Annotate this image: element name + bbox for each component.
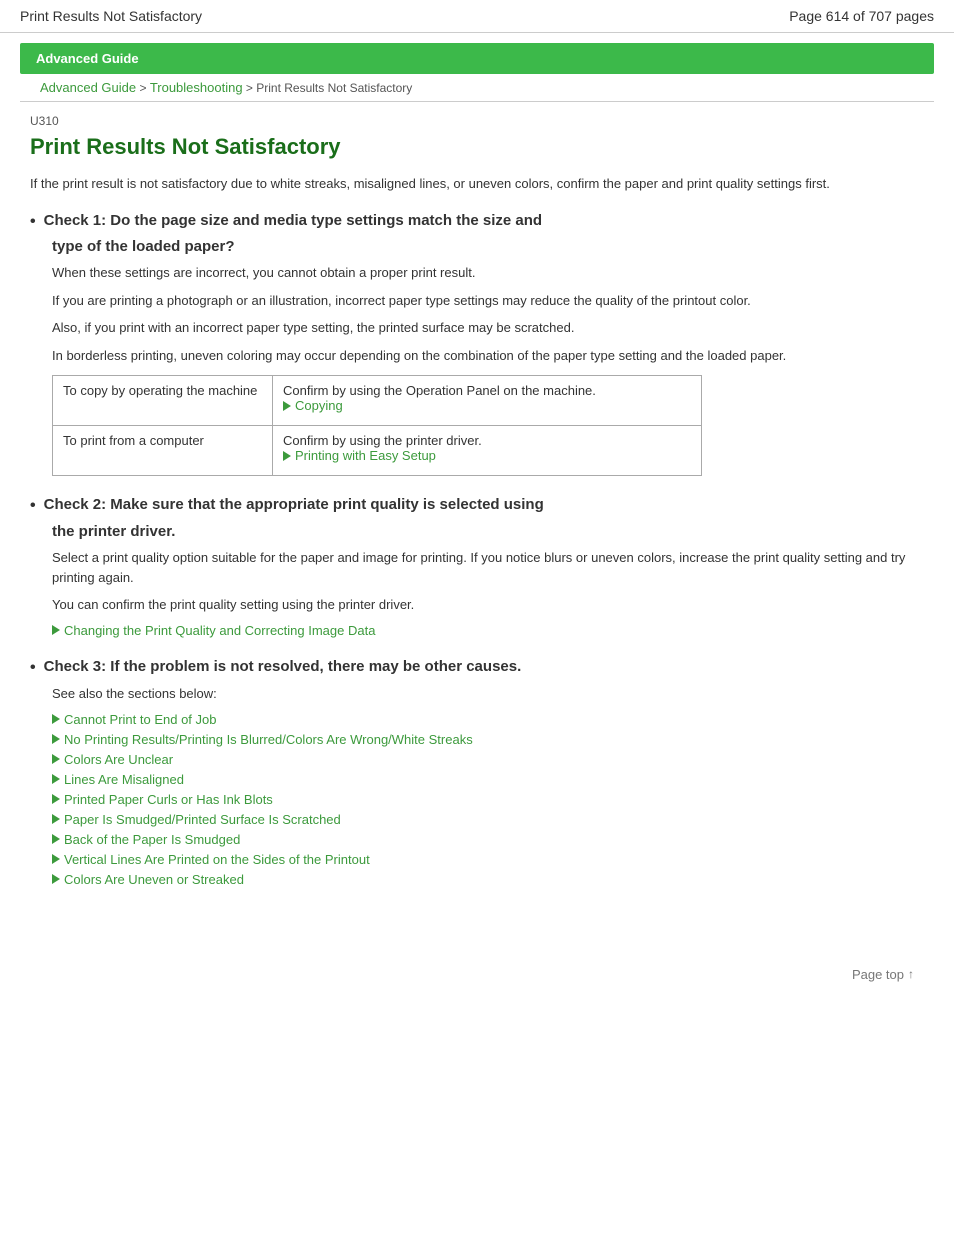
link-no-printing: No Printing Results/Printing Is Blurred/… [52,732,924,747]
breadcrumb-advanced-guide[interactable]: Advanced Guide [40,80,136,95]
link-vertical-lines: Vertical Lines Are Printed on the Sides … [52,852,924,867]
table-cell-row2-col1: To print from a computer [53,426,273,476]
nav-banner-label: Advanced Guide [36,51,139,66]
check-2: • Check 2: Make sure that the appropriat… [30,496,924,637]
up-arrow-icon: ↑ [908,967,914,981]
page-top-area: Page top ↑ [0,937,954,992]
arrow-icon-7 [52,834,60,844]
arrow-icon-2 [52,734,60,744]
no-printing-link[interactable]: No Printing Results/Printing Is Blurred/… [64,732,473,747]
check-1: • Check 1: Do the page size and media ty… [30,212,924,477]
colors-unclear-link[interactable]: Colors Are Unclear [64,752,173,767]
check-2-heading-text: Check 2: Make sure that the appropriate … [44,496,544,513]
bullet-1: • [30,212,36,233]
page-top-label: Page top [852,967,904,982]
copying-link[interactable]: Copying [295,398,343,413]
check-1-table: To copy by operating the machine Confirm… [52,375,702,476]
check-1-body: When these settings are incorrect, you c… [52,263,924,476]
paper-smudged-link[interactable]: Paper Is Smudged/Printed Surface Is Scra… [64,812,341,827]
link-colors-uneven: Colors Are Uneven or Streaked [52,872,924,887]
cannot-print-link[interactable]: Cannot Print to End of Job [64,712,216,727]
colors-uneven-link[interactable]: Colors Are Uneven or Streaked [64,872,244,887]
page-top-link[interactable]: Page top ↑ [852,967,914,982]
check-1-para-3: Also, if you print with an incorrect pap… [52,318,924,338]
check-1-heading-text: Check 1: Do the page size and media type… [44,212,542,229]
page-code: U310 [30,114,924,128]
arrow-icon-copying [283,401,291,411]
link-lines-misaligned: Lines Are Misaligned [52,772,924,787]
check-2-para-1: Select a print quality option suitable f… [52,548,924,587]
bullet-2: • [30,496,36,517]
check-2-subheading: the printer driver. [52,523,924,540]
check-1-heading: • Check 1: Do the page size and media ty… [30,212,924,233]
arrow-icon-9 [52,874,60,884]
breadcrumb: Advanced Guide > Troubleshooting > Print… [20,74,934,102]
link-colors-unclear: Colors Are Unclear [52,752,924,767]
check-3: • Check 3: If the problem is not resolve… [30,658,924,887]
check-3-body: See also the sections below: Cannot Prin… [52,684,924,887]
copying-link-line: Copying [283,398,691,413]
check-3-heading-text: Check 3: If the problem is not resolved,… [44,658,522,675]
check-2-body: Select a print quality option suitable f… [52,548,924,638]
check-1-para-2: If you are printing a photograph or an i… [52,291,924,311]
print-quality-link-line: Changing the Print Quality and Correctin… [52,623,924,638]
arrow-icon-6 [52,814,60,824]
check-3-heading: • Check 3: If the problem is not resolve… [30,658,924,679]
arrow-icon-5 [52,794,60,804]
paper-curls-link[interactable]: Printed Paper Curls or Has Ink Blots [64,792,273,807]
check-1-para-1: When these settings are incorrect, you c… [52,263,924,283]
vertical-lines-link[interactable]: Vertical Lines Are Printed on the Sides … [64,852,370,867]
link-back-smudged: Back of the Paper Is Smudged [52,832,924,847]
lines-misaligned-link[interactable]: Lines Are Misaligned [64,772,184,787]
arrow-icon-8 [52,854,60,864]
printing-easy-setup-link[interactable]: Printing with Easy Setup [295,448,436,463]
link-paper-curls: Printed Paper Curls or Has Ink Blots [52,792,924,807]
table-row: To print from a computer Confirm by usin… [53,426,702,476]
table-cell-row2-col2: Confirm by using the printer driver. Pri… [273,426,702,476]
check-1-subheading: type of the loaded paper? [52,238,924,255]
table-cell-row1-col1: To copy by operating the machine [53,376,273,426]
main-content: U310 Print Results Not Satisfactory If t… [0,102,954,937]
print-quality-link[interactable]: Changing the Print Quality and Correctin… [64,623,375,638]
back-smudged-link[interactable]: Back of the Paper Is Smudged [64,832,240,847]
arrow-icon-1 [52,714,60,724]
printing-link-line: Printing with Easy Setup [283,448,691,463]
table-cell-row1-col2: Confirm by using the Operation Panel on … [273,376,702,426]
bullet-3: • [30,658,36,679]
nav-banner: Advanced Guide [20,43,934,74]
breadcrumb-troubleshooting[interactable]: Troubleshooting [150,80,243,95]
check-2-para-2: You can confirm the print quality settin… [52,595,924,615]
page-number: Page 614 of 707 pages [789,8,934,24]
link-paper-smudged: Paper Is Smudged/Printed Surface Is Scra… [52,812,924,827]
arrow-icon-4 [52,774,60,784]
arrow-icon-printing [283,451,291,461]
intro-text: If the print result is not satisfactory … [30,174,924,194]
header: Print Results Not Satisfactory Page 614 … [0,0,954,33]
check-1-para-4: In borderless printing, uneven coloring … [52,346,924,366]
page-title: Print Results Not Satisfactory [20,8,202,24]
arrow-icon-3 [52,754,60,764]
check-3-intro: See also the sections below: [52,684,924,704]
main-title: Print Results Not Satisfactory [30,134,924,160]
table-row: To copy by operating the machine Confirm… [53,376,702,426]
arrow-icon-quality [52,625,60,635]
link-cannot-print: Cannot Print to End of Job [52,712,924,727]
check-2-heading: • Check 2: Make sure that the appropriat… [30,496,924,517]
